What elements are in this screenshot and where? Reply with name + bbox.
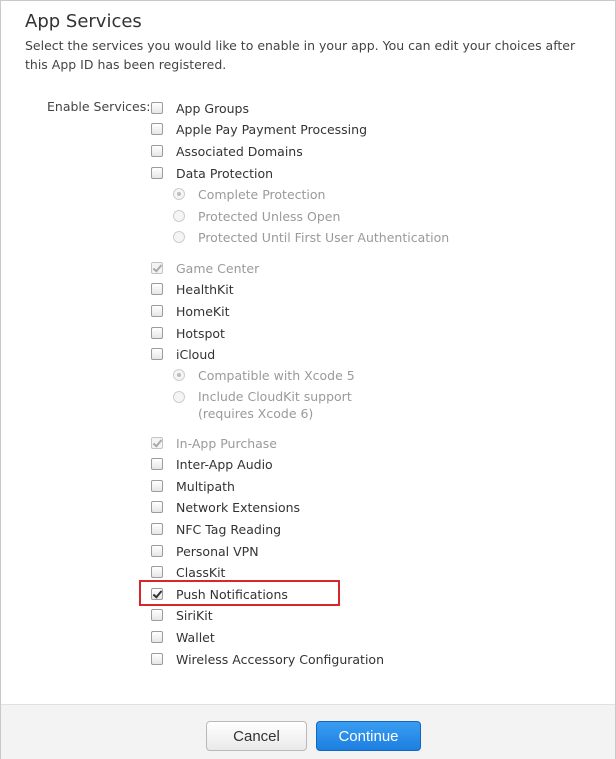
app-groups-checkbox[interactable] [151, 102, 163, 114]
in-app-purchase-checkbox [151, 437, 163, 449]
service-app-groups[interactable]: App Groups [151, 98, 249, 118]
service-label: Personal VPN [176, 543, 259, 559]
service-data-protection[interactable]: Data Protection [151, 163, 273, 183]
hotspot-checkbox[interactable] [151, 327, 163, 339]
service-multipath[interactable]: Multipath [151, 476, 235, 496]
service-classkit[interactable]: ClassKit [151, 562, 225, 582]
healthkit-checkbox[interactable] [151, 283, 163, 295]
push-notifications-highlight-box [139, 580, 340, 606]
service-label: Wallet [176, 629, 215, 645]
game-center-checkbox [151, 262, 163, 274]
service-label: In-App Purchase [176, 435, 278, 451]
compatible-xcode5-radio [173, 369, 185, 381]
service-label: ClassKit [176, 564, 226, 580]
classkit-checkbox[interactable] [151, 566, 163, 578]
service-associated-domains[interactable]: Associated Domains [151, 141, 303, 161]
service-personal-vpn[interactable]: Personal VPN [151, 541, 259, 561]
personal-vpn-checkbox[interactable] [151, 545, 163, 557]
service-label: Game Center [176, 260, 260, 276]
service-label: Inter-App Audio [176, 456, 273, 472]
service-wireless-accessory[interactable]: Wireless Accessory Configuration [151, 649, 384, 669]
dialog-footer: Cancel Continue [1, 704, 615, 759]
sirikit-checkbox[interactable] [151, 609, 163, 621]
service-homekit[interactable]: HomeKit [151, 301, 230, 321]
dialog-description: Select the services you would like to en… [25, 38, 576, 72]
option-label: Complete Protection [198, 186, 326, 202]
protected-until-auth-radio [173, 231, 185, 243]
option-label: Include CloudKit support (requires Xcode… [198, 388, 352, 422]
option-protected-unless-open: Protected Unless Open [173, 206, 340, 226]
service-wallet[interactable]: Wallet [151, 627, 215, 647]
cloudkit-line-2: (requires Xcode 6) [198, 406, 314, 421]
service-label: Data Protection [176, 165, 274, 181]
associated-domains-checkbox[interactable] [151, 145, 163, 157]
service-hotspot[interactable]: Hotspot [151, 323, 225, 343]
cancel-button[interactable]: Cancel [206, 721, 307, 751]
service-label: HomeKit [176, 303, 230, 319]
option-label: Protected Until First User Authenticatio… [198, 229, 450, 245]
include-cloudkit-radio [173, 391, 185, 403]
service-icloud[interactable]: iCloud [151, 344, 215, 364]
cloudkit-line-1: Include CloudKit support [198, 389, 352, 404]
option-protected-until-auth: Protected Until First User Authenticatio… [173, 227, 449, 247]
service-healthkit[interactable]: HealthKit [151, 279, 234, 299]
service-in-app-purchase: In-App Purchase [151, 433, 277, 453]
icloud-checkbox[interactable] [151, 348, 163, 360]
wireless-accessory-checkbox[interactable] [151, 653, 163, 665]
service-label: HealthKit [176, 281, 234, 297]
service-inter-app-audio[interactable]: Inter-App Audio [151, 454, 273, 474]
service-label: Wireless Accessory Configuration [176, 651, 384, 667]
option-include-cloudkit: Include CloudKit support (requires Xcode… [173, 388, 352, 422]
inter-app-audio-checkbox[interactable] [151, 458, 163, 470]
protected-unless-open-radio [173, 210, 185, 222]
data-protection-checkbox[interactable] [151, 167, 163, 179]
nfc-checkbox[interactable] [151, 523, 163, 535]
app-services-dialog: App Services Select the services you wou… [0, 0, 616, 759]
service-label: Multipath [176, 478, 235, 494]
service-game-center: Game Center [151, 258, 259, 278]
service-network-extensions[interactable]: Network Extensions [151, 497, 300, 517]
option-complete-protection: Complete Protection [173, 184, 325, 204]
service-label: Network Extensions [176, 499, 301, 515]
option-label: Compatible with Xcode 5 [198, 367, 355, 383]
wallet-checkbox[interactable] [151, 631, 163, 643]
service-label: iCloud [176, 346, 216, 362]
option-compatible-xcode5: Compatible with Xcode 5 [173, 365, 355, 385]
option-label: Protected Unless Open [198, 208, 341, 224]
service-label: Associated Domains [176, 143, 303, 159]
network-extensions-checkbox[interactable] [151, 501, 163, 513]
dialog-title: App Services [25, 11, 142, 32]
multipath-checkbox[interactable] [151, 480, 163, 492]
service-nfc-tag-reading[interactable]: NFC Tag Reading [151, 519, 281, 539]
complete-protection-radio [173, 188, 185, 200]
service-label: NFC Tag Reading [176, 521, 282, 537]
enable-services-label: Enable Services: [47, 99, 151, 114]
service-label: SiriKit [176, 607, 213, 623]
service-label: Apple Pay Payment Processing [176, 121, 368, 137]
service-label: App Groups [176, 100, 249, 116]
service-sirikit[interactable]: SiriKit [151, 605, 213, 625]
continue-button[interactable]: Continue [316, 721, 421, 751]
service-label: Hotspot [176, 325, 225, 341]
service-apple-pay[interactable]: Apple Pay Payment Processing [151, 119, 367, 139]
homekit-checkbox[interactable] [151, 305, 163, 317]
apple-pay-checkbox[interactable] [151, 123, 163, 135]
